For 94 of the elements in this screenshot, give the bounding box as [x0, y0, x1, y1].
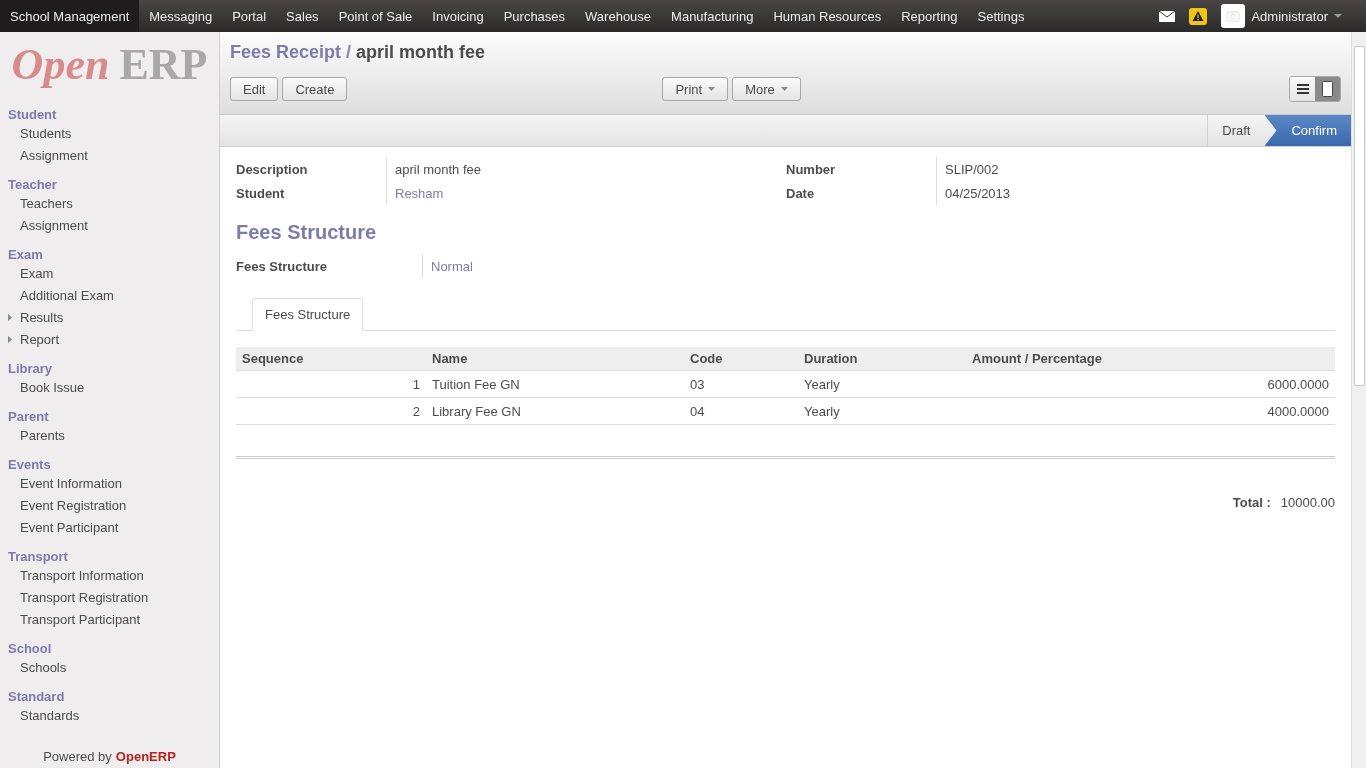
stage-button[interactable]: Confirm — [1264, 115, 1351, 146]
field-label: Fees Structure — [236, 257, 329, 276]
list-icon — [1296, 84, 1309, 94]
top-menu-item[interactable]: Warehouse — [575, 0, 662, 32]
form-view-button[interactable] — [1315, 77, 1340, 101]
sidebar-item[interactable]: Transport Registration — [0, 586, 219, 608]
sidebar-section-title: Standard — [7, 688, 66, 704]
sidebar-item[interactable]: Transport Information — [0, 564, 219, 586]
sidebar-section-title: Library — [7, 360, 54, 376]
sidebar-item[interactable]: Teachers — [0, 192, 219, 214]
sidebar-item[interactable]: Event Information — [0, 472, 219, 494]
sidebar-item[interactable]: Students — [0, 122, 219, 144]
footer-link[interactable]: OpenERP — [115, 748, 176, 764]
sidebar-item[interactable]: Assignment — [0, 214, 219, 236]
top-menu-item[interactable]: Sales — [276, 0, 329, 32]
sidebar-item[interactable]: Schools — [0, 656, 219, 678]
top-menu-item[interactable]: Portal — [222, 0, 277, 32]
caret-icon — [708, 87, 716, 91]
stage-button[interactable]: Draft — [1207, 115, 1265, 146]
table-cell: 6000.0000 — [966, 371, 1335, 398]
column-header[interactable]: Name — [426, 347, 684, 371]
sidebar-item[interactable]: Report — [0, 328, 219, 350]
total-value: 10000.00 — [1280, 495, 1335, 510]
expand-icon[interactable] — [8, 336, 12, 343]
caret-icon — [1334, 14, 1342, 18]
user-menu[interactable]: Administrator — [1221, 4, 1342, 28]
field-value: april month fee — [386, 157, 786, 181]
top-menu-item[interactable]: Point of Sale — [328, 0, 423, 32]
field-label: Student — [236, 184, 286, 203]
scrollbar[interactable] — [1351, 32, 1366, 768]
section-title: Fees Structure — [236, 221, 378, 244]
sidebar-item[interactable]: Assignment — [0, 144, 219, 166]
sidebar-section-title: Exam — [7, 246, 44, 262]
sidebar-item[interactable]: Transport Participant — [0, 608, 219, 630]
warning-icon[interactable] — [1189, 7, 1208, 25]
top-menu-item[interactable]: Purchases — [493, 0, 576, 32]
field-value: 04/25/2013 — [936, 181, 1336, 205]
sidebar-item[interactable]: Book Issue — [0, 376, 219, 398]
sidebar-section-title: School — [7, 640, 53, 656]
sidebar-item[interactable]: Standards — [0, 704, 219, 726]
field-label: Date — [786, 184, 816, 203]
create-button[interactable]: Create — [282, 77, 348, 101]
sidebar-section-title: Parent — [7, 408, 50, 424]
expand-icon[interactable] — [8, 314, 12, 321]
table-cell: Yearly — [798, 398, 966, 425]
top-menu-item[interactable]: Settings — [967, 0, 1035, 32]
top-menu-item[interactable]: Reporting — [891, 0, 968, 32]
table-cell: 4000.0000 — [966, 398, 1335, 425]
field-value[interactable]: Resham — [386, 181, 786, 205]
table-cell: 2 — [236, 398, 426, 425]
sidebar-item[interactable]: Exam — [0, 262, 219, 284]
print-button[interactable]: Print — [662, 77, 729, 101]
table-cell: Yearly — [798, 371, 966, 398]
tab[interactable]: Fees Structure — [252, 298, 364, 331]
total-label: Total : — [1232, 495, 1271, 510]
breadcrumb-link[interactable]: Fees Receipt — [230, 42, 342, 63]
sidebar-section-title: Events — [7, 456, 52, 472]
table-cell: 03 — [684, 371, 798, 398]
sidebar-item[interactable]: Event Participant — [0, 516, 219, 538]
top-menu-item[interactable]: Invoicing — [422, 0, 494, 32]
table-cell: 1 — [236, 371, 426, 398]
top-menu-item[interactable]: Messaging — [139, 0, 223, 32]
sidebar-item[interactable]: Parents — [0, 424, 219, 446]
page-icon — [1322, 81, 1333, 97]
column-header[interactable]: Duration — [798, 347, 966, 371]
caret-icon — [780, 87, 788, 91]
column-header[interactable]: Amount / Percentage — [966, 347, 1335, 371]
table-cell: Library Fee GN — [426, 398, 684, 425]
column-header[interactable]: Code — [684, 347, 798, 371]
sidebar-section-title: Transport — [7, 548, 69, 564]
field-value[interactable]: Normal — [422, 254, 1335, 278]
column-header[interactable]: Sequence — [236, 347, 426, 371]
avatar-icon — [1221, 4, 1246, 28]
list-view-button[interactable] — [1290, 77, 1315, 101]
sidebar-item[interactable]: Additional Exam — [0, 284, 219, 306]
top-menu-item[interactable]: Manufacturing — [661, 0, 764, 32]
logo: Open ERP — [10, 38, 209, 91]
sidebar-section-title: Student — [7, 106, 58, 122]
edit-button[interactable]: Edit — [230, 77, 279, 101]
top-menu-item[interactable]: Human Resources — [763, 0, 892, 32]
table-cell: Tuition Fee GN — [426, 371, 684, 398]
mail-icon[interactable] — [1159, 10, 1176, 22]
field-value: SLIP/002 — [936, 157, 1336, 181]
breadcrumb-separator: / — [346, 42, 352, 63]
sidebar-item[interactable]: Results — [0, 306, 219, 328]
field-label: Description — [236, 160, 309, 179]
sidebar-item[interactable]: Event Registration — [0, 494, 219, 516]
field-label: Number — [786, 160, 837, 179]
more-button[interactable]: More — [732, 77, 801, 101]
footer-text: Powered by — [43, 748, 112, 764]
top-menu-item[interactable]: School Management — [0, 0, 140, 32]
record-title: april month fee — [356, 42, 486, 63]
sidebar-section-title: Teacher — [7, 176, 58, 192]
table-cell: 04 — [684, 398, 798, 425]
